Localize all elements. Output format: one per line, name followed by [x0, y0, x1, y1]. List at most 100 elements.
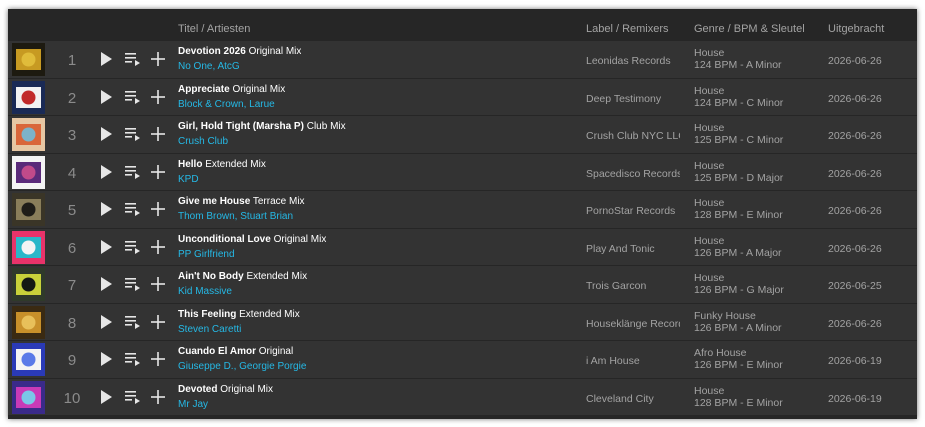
track-title[interactable]: Cuando El Amor Original: [178, 346, 293, 357]
add-to-playlist-icon[interactable]: [150, 201, 166, 217]
add-to-playlist-icon[interactable]: [150, 239, 166, 255]
add-to-queue-icon[interactable]: [124, 276, 141, 292]
track-genre[interactable]: House: [694, 235, 782, 247]
album-art[interactable]: [12, 380, 45, 414]
play-icon[interactable]: [99, 276, 113, 292]
track-artists[interactable]: Mr Jay: [178, 399, 208, 410]
play-icon[interactable]: [99, 51, 113, 67]
album-art[interactable]: [12, 80, 45, 114]
album-art[interactable]: [12, 118, 45, 151]
track-label[interactable]: Crush Club NYC LLC: [586, 130, 680, 142]
track-label[interactable]: Deep Testimony: [586, 93, 680, 105]
track-title[interactable]: Devoted Original Mix: [178, 384, 273, 395]
header-title-artists[interactable]: Titel / Artiesten: [178, 23, 250, 35]
album-art[interactable]: [12, 155, 45, 189]
add-to-playlist-icon[interactable]: [150, 126, 166, 142]
track-row[interactable]: 5 Give me House Terrace Mix Thom Brown, St…: [8, 191, 917, 229]
album-art[interactable]: [12, 230, 45, 264]
track-artists[interactable]: PP Girlfriend: [178, 249, 235, 260]
track-genre[interactable]: House: [694, 122, 783, 134]
play-icon[interactable]: [99, 89, 113, 105]
track-label[interactable]: Cleveland City: [586, 393, 680, 405]
track-title[interactable]: Appreciate Original Mix: [178, 84, 285, 95]
track-row[interactable]: 4 Hello Extended Mix KPD Spacedisco Records…: [8, 153, 917, 191]
track-release-date: 2026-06-26: [828, 130, 882, 142]
add-to-queue-icon[interactable]: [124, 351, 141, 367]
add-to-playlist-icon[interactable]: [150, 89, 166, 105]
track-title[interactable]: Unconditional Love Original Mix: [178, 234, 326, 245]
header-released[interactable]: Uitgebracht: [828, 23, 884, 35]
track-genre[interactable]: House: [694, 47, 782, 59]
track-genre[interactable]: House: [694, 197, 783, 209]
play-icon[interactable]: [99, 389, 113, 405]
track-mix: Original Mix: [273, 233, 327, 245]
track-artists[interactable]: Giuseppe D., Georgie Porgie: [178, 361, 306, 372]
add-to-playlist-icon[interactable]: [150, 164, 166, 180]
track-label[interactable]: Spacedisco Records: [586, 168, 680, 180]
track-genre[interactable]: House: [694, 272, 784, 284]
play-icon[interactable]: [99, 314, 113, 330]
track-title[interactable]: Hello Extended Mix: [178, 159, 266, 170]
track-artists[interactable]: Kid Massive: [178, 286, 232, 297]
add-to-queue-icon[interactable]: [124, 51, 141, 67]
track-row[interactable]: 3 Girl, Hold Tight (Marsha P) Club Mix Cru…: [8, 116, 917, 154]
track-title[interactable]: Ain't No Body Extended Mix: [178, 271, 307, 282]
add-to-playlist-icon[interactable]: [150, 51, 166, 67]
track-label[interactable]: Leonidas Records: [586, 55, 680, 67]
album-art[interactable]: [12, 193, 45, 226]
track-label[interactable]: PornoStar Records: [586, 205, 680, 217]
add-to-playlist-icon[interactable]: [150, 351, 166, 367]
track-artists[interactable]: Thom Brown, Stuart Brian: [178, 211, 293, 222]
track-genre-bpm: Afro House 126 BPM - E Minor: [694, 347, 783, 371]
play-icon[interactable]: [99, 126, 113, 142]
add-to-queue-icon[interactable]: [124, 201, 141, 217]
track-label[interactable]: Houseklänge Records: [586, 318, 680, 330]
header-label-remixers[interactable]: Label / Remixers: [586, 23, 669, 35]
track-title[interactable]: This Feeling Extended Mix: [178, 309, 300, 320]
play-icon[interactable]: [99, 201, 113, 217]
add-to-queue-icon[interactable]: [124, 126, 141, 142]
track-genre[interactable]: House: [694, 85, 783, 97]
track-title[interactable]: Give me House Terrace Mix: [178, 196, 305, 207]
play-icon[interactable]: [99, 164, 113, 180]
track-mix: Extended Mix: [239, 308, 300, 320]
add-to-queue-icon[interactable]: [124, 239, 141, 255]
track-row[interactable]: 7 Ain't No Body Extended Mix Kid Massive Tr…: [8, 266, 917, 304]
track-genre[interactable]: House: [694, 160, 783, 172]
track-label[interactable]: Trois Garcon: [586, 280, 680, 292]
track-title[interactable]: Girl, Hold Tight (Marsha P) Club Mix: [178, 121, 346, 132]
track-artists[interactable]: No One, AtcG: [178, 61, 240, 72]
album-art[interactable]: [12, 343, 45, 376]
add-to-queue-icon[interactable]: [124, 314, 141, 330]
add-to-playlist-icon[interactable]: [150, 389, 166, 405]
add-to-playlist-icon[interactable]: [150, 314, 166, 330]
add-to-queue-icon[interactable]: [124, 89, 141, 105]
track-row[interactable]: 1 Devotion 2026 Original Mix No One, AtcG L…: [8, 41, 917, 79]
track-artists[interactable]: Block & Crown, Larue: [178, 99, 275, 110]
track-artists[interactable]: Steven Caretti: [178, 324, 241, 335]
track-label[interactable]: i Am House: [586, 355, 680, 367]
add-to-queue-icon[interactable]: [124, 164, 141, 180]
track-title[interactable]: Devotion 2026 Original Mix: [178, 46, 301, 57]
add-to-playlist-icon[interactable]: [150, 276, 166, 292]
track-artists[interactable]: Crush Club: [178, 136, 228, 147]
album-art[interactable]: [12, 43, 45, 76]
header-genre-bpm-key[interactable]: Genre / BPM & Sleutel: [694, 23, 805, 35]
track-genre[interactable]: Afro House: [694, 347, 783, 359]
track-row[interactable]: 9 Cuando El Amor Original Giuseppe D., Geo…: [8, 341, 917, 379]
track-artists[interactable]: KPD: [178, 174, 199, 185]
track-bpm-key: 126 BPM - A Minor: [694, 321, 782, 334]
track-genre-bpm: House 126 BPM - A Major: [694, 235, 782, 259]
track-row[interactable]: 10 Devoted Original Mix Mr Jay Cleveland Ci…: [8, 378, 917, 416]
track-row[interactable]: 8 This Feeling Extended Mix Steven Caretti…: [8, 303, 917, 341]
play-icon[interactable]: [99, 351, 113, 367]
track-row[interactable]: 2 Appreciate Original Mix Block & Crown, L…: [8, 78, 917, 116]
album-art[interactable]: [12, 268, 45, 301]
add-to-queue-icon[interactable]: [124, 389, 141, 405]
track-row[interactable]: 6 Unconditional Love Original Mix PP Girlf…: [8, 228, 917, 266]
track-genre[interactable]: Funky House: [694, 310, 782, 322]
album-art[interactable]: [12, 305, 45, 339]
track-label[interactable]: Play And Tonic: [586, 243, 680, 255]
track-genre[interactable]: House: [694, 385, 783, 397]
play-icon[interactable]: [99, 239, 113, 255]
